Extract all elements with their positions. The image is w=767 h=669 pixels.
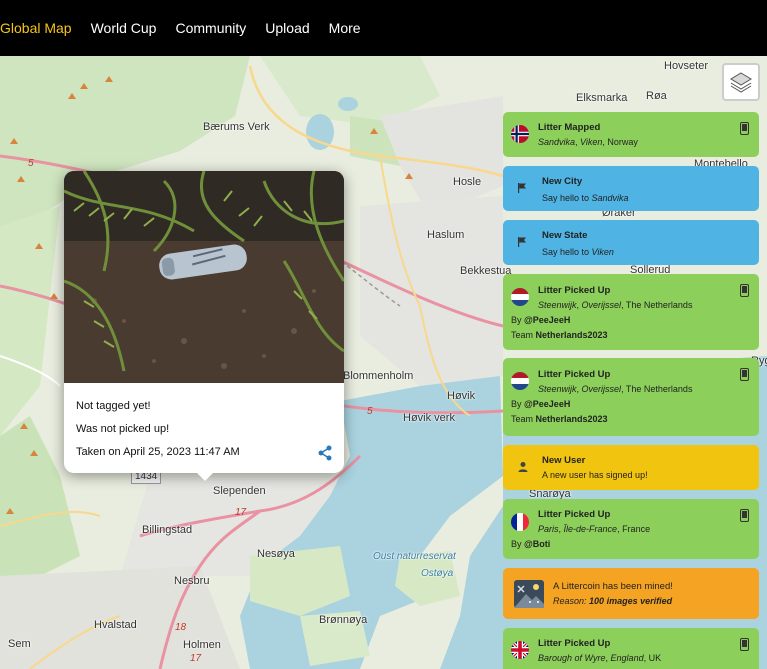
road-number: 5 xyxy=(28,158,34,169)
map-label: Høvik xyxy=(447,390,476,402)
event-location: Barough of Wyre, England, UK xyxy=(538,653,662,663)
event-title: New City xyxy=(542,176,583,187)
layers-icon xyxy=(730,72,752,93)
top-nav: Global Map World Cup Community Upload Mo… xyxy=(0,0,767,56)
event-new-city[interactable]: New City Say hello to Sandvika xyxy=(503,166,759,211)
mobile-icon xyxy=(740,638,749,651)
map-label: Høvik verk xyxy=(403,412,455,424)
taken-timestamp: Taken on April 25, 2023 11:47 AM xyxy=(76,446,240,458)
france-flag-icon xyxy=(511,513,529,531)
litter-photo-image xyxy=(64,171,344,383)
littercoin-icon xyxy=(514,580,544,608)
mobile-icon xyxy=(740,509,749,522)
nav-upload[interactable]: Upload xyxy=(265,20,309,36)
event-title: Litter Picked Up xyxy=(538,638,611,649)
event-new-state[interactable]: New State Say hello to Viken xyxy=(503,220,759,265)
event-user: By @PeeJeeH xyxy=(511,315,571,325)
netherlands-flag-icon xyxy=(511,288,529,306)
event-location: Paris, Île-de-France, France xyxy=(538,524,651,534)
netherlands-flag-icon xyxy=(511,372,529,390)
map-label: Nesbru xyxy=(174,575,210,587)
event-litter-picked-up[interactable]: Litter Picked Up Paris, Île-de-France, F… xyxy=(503,499,759,559)
nav-community[interactable]: Community xyxy=(175,20,246,36)
event-subtitle: A new user has signed up! xyxy=(542,470,648,480)
map-label: Sem xyxy=(8,638,31,650)
event-subtitle: Say hello to Viken xyxy=(542,247,614,257)
map-label: Røa xyxy=(646,90,667,102)
map-label: Elksmarka xyxy=(576,92,628,104)
popup-tip xyxy=(196,472,214,481)
event-litter-picked-up[interactable]: Litter Picked Up Barough of Wyre, Englan… xyxy=(503,628,759,669)
road-number: 17 xyxy=(235,507,247,518)
event-title: Litter Mapped xyxy=(538,122,601,133)
event-team: Team Netherlands2023 xyxy=(511,414,608,424)
event-title: New State xyxy=(542,230,588,241)
map-label: Haslum xyxy=(427,229,465,241)
event-subtitle: Say hello to Sandvika xyxy=(542,193,629,203)
event-title: A Littercoin has been mined! xyxy=(553,581,673,592)
event-location: Steenwijk, Overijssel, The Netherlands xyxy=(538,384,693,394)
map-label: Holmen xyxy=(183,639,221,651)
mobile-icon xyxy=(740,368,749,381)
road-number: 18 xyxy=(175,622,187,633)
map-label: Ostøya xyxy=(421,568,454,579)
road-number: 5 xyxy=(367,406,373,417)
map-label: Blommenholm xyxy=(343,370,414,382)
event-team: Team Netherlands2023 xyxy=(511,330,608,340)
uk-flag-icon xyxy=(511,641,529,659)
share-icon[interactable] xyxy=(317,445,333,461)
flag-icon xyxy=(518,183,526,193)
litter-popup: Not tagged yet! Was not picked up! Taken… xyxy=(64,171,344,481)
event-reason: Reason: 100 images verified xyxy=(553,596,673,606)
event-title: Litter Picked Up xyxy=(538,509,611,520)
event-user: By @PeeJeeH xyxy=(511,399,571,409)
map-label: Hovseter xyxy=(664,60,709,72)
event-title: Litter Picked Up xyxy=(538,285,611,296)
layers-control-button[interactable] xyxy=(722,63,760,101)
map-label: Billingstad xyxy=(142,524,193,536)
event-litter-picked-up[interactable]: Litter Picked Up Steenwijk, Overijssel, … xyxy=(503,274,759,350)
nav-global-map[interactable]: Global Map xyxy=(0,20,72,36)
event-litter-mapped[interactable]: Litter Mapped Sandvika, Viken, Norway xyxy=(503,112,759,157)
event-littercoin-mined[interactable]: A Littercoin has been mined! Reason: 100… xyxy=(503,568,759,619)
user-icon xyxy=(518,462,528,472)
norway-flag-icon xyxy=(511,125,529,143)
map-label: Brønnøya xyxy=(319,614,368,626)
nav-world-cup[interactable]: World Cup xyxy=(91,20,157,36)
mobile-icon xyxy=(740,122,749,135)
tag-status: Not tagged yet! xyxy=(76,400,151,412)
event-title: New User xyxy=(542,455,586,466)
mobile-icon xyxy=(740,284,749,297)
map-label: Oust naturreservat xyxy=(373,551,456,562)
event-litter-picked-up[interactable]: Litter Picked Up Steenwijk, Overijssel, … xyxy=(503,358,759,436)
event-title: Litter Picked Up xyxy=(538,369,611,380)
event-location: Steenwijk, Overijssel, The Netherlands xyxy=(538,300,693,310)
map-label: Hosle xyxy=(453,176,482,188)
map-label: Bærums Verk xyxy=(203,121,270,133)
litter-photo[interactable] xyxy=(64,171,344,383)
map-label: Hvalstad xyxy=(94,619,137,631)
event-new-user[interactable]: New User A new user has signed up! xyxy=(503,445,759,490)
flag-icon xyxy=(518,237,526,247)
nav-more[interactable]: More xyxy=(329,20,361,36)
pickup-status: Was not picked up! xyxy=(76,423,170,435)
map-label: Nesøya xyxy=(257,548,295,560)
event-user: By @Boti xyxy=(511,539,551,549)
event-location: Sandvika, Viken, Norway xyxy=(538,137,638,147)
road-number: 17 xyxy=(190,653,202,664)
map-label: Slependen xyxy=(213,485,266,497)
